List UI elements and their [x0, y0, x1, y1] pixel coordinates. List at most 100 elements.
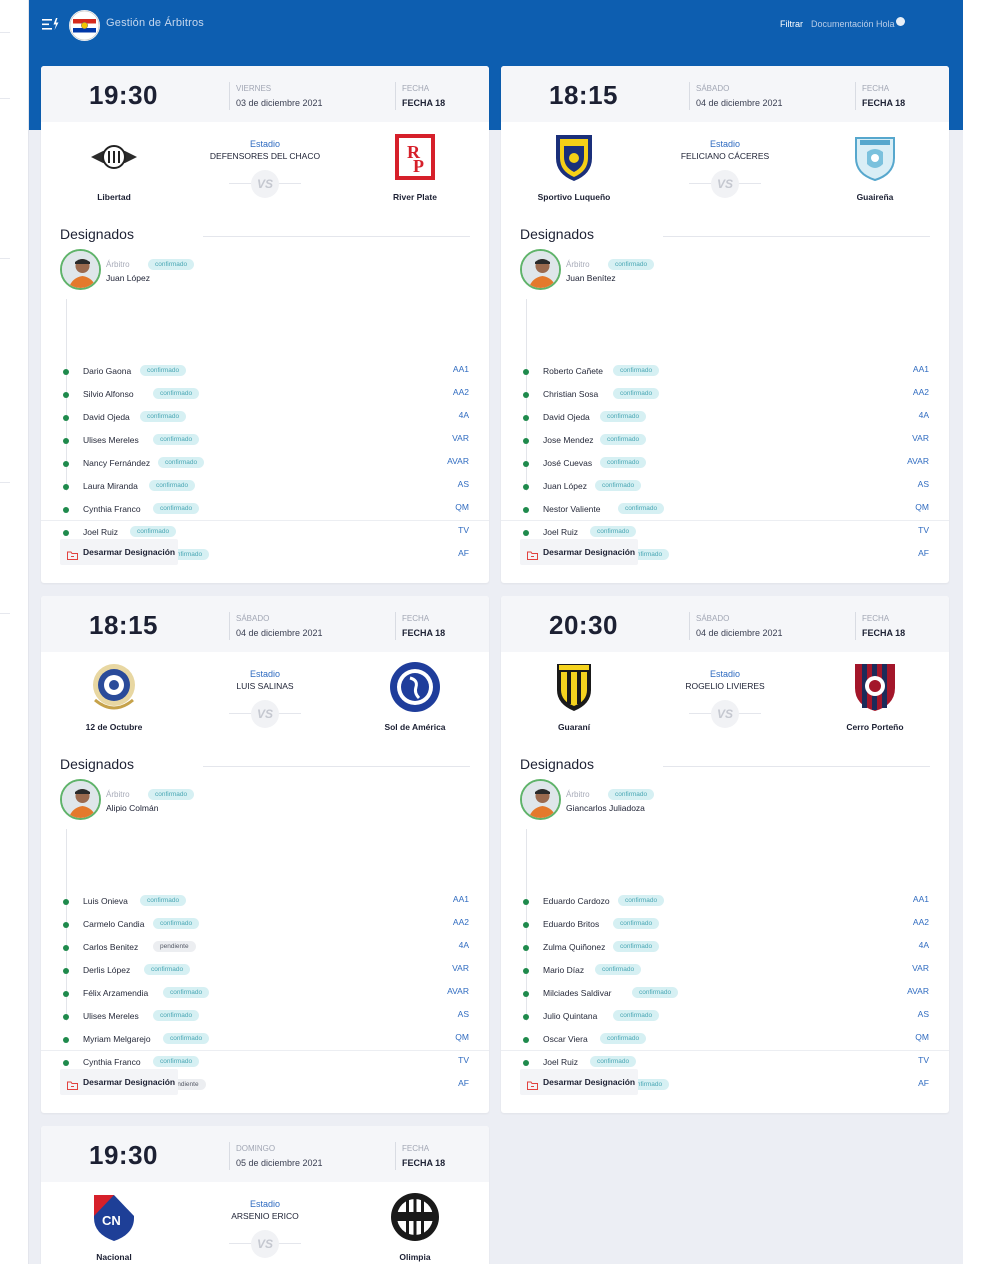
match-card: 20:30 SÁBADO 04 de diciembre 2021 FECHA FECH…	[501, 596, 949, 1113]
assistant-name: Luis Onieva	[83, 896, 128, 906]
match-time: 19:30	[89, 1140, 158, 1170]
assistant-role: AA2	[452, 917, 469, 927]
away-team[interactable]: R P River Plate	[360, 130, 470, 202]
olimpia-crest-icon	[388, 1190, 442, 1244]
status-dot-icon	[63, 507, 69, 513]
away-team-name: Sol de América	[384, 722, 446, 732]
home-team[interactable]: 12 de Octubre	[59, 660, 169, 732]
match-time: 18:15	[549, 80, 618, 110]
referee-name: Juan López	[106, 273, 150, 283]
assistant-role: TV	[918, 525, 929, 535]
assistant-name: David Ojeda	[83, 412, 130, 422]
assistant-row: Laura Miranda confirmado AS	[63, 479, 469, 494]
round-value: FECHA 18	[402, 98, 446, 108]
match-time: 20:30	[549, 610, 618, 640]
assistant-name: David Ojeda	[543, 412, 590, 422]
assistant-role: QM	[455, 502, 469, 512]
home-team[interactable]: Libertad	[59, 130, 169, 202]
status-dot-icon	[523, 438, 529, 444]
header-divider	[229, 612, 230, 640]
away-team[interactable]: Cerro Porteño	[820, 660, 930, 732]
vs-badge: VS	[251, 1230, 279, 1258]
match-day: SÁBADO	[236, 614, 270, 623]
referee-avatar	[60, 779, 101, 820]
header-divider	[229, 82, 230, 110]
stadium-label: Estadio	[709, 139, 741, 149]
round-label: FECHA	[402, 84, 430, 93]
round-value: FECHA 18	[862, 628, 906, 638]
folder-remove-icon	[67, 1077, 78, 1090]
status-dot-icon	[523, 1014, 529, 1020]
user-avatar-icon[interactable]	[896, 17, 905, 26]
referee-name: Alipio Colmán	[106, 803, 159, 813]
status-dot-icon	[63, 530, 69, 536]
round-label: FECHA	[402, 614, 430, 623]
status-dot-icon	[63, 461, 69, 467]
status-dot-icon	[523, 945, 529, 951]
assistant-role: AVAR	[907, 456, 929, 466]
away-team[interactable]: Olimpia	[360, 1190, 470, 1262]
footer-divider	[41, 520, 489, 521]
home-team[interactable]: Sportivo Luqueño	[519, 130, 629, 202]
user-greeting[interactable]: Hola	[876, 19, 895, 29]
match-header: 18:15 SÁBADO 04 de diciembre 2021 FECHA FECH…	[41, 596, 489, 652]
assistant-name: Nestor Valiente	[543, 504, 601, 514]
assistant-row: Eduardo Britos confirmado AA2	[523, 917, 929, 932]
assistant-role: VAR	[912, 963, 929, 973]
assistant-name: Roberto Cañete	[543, 366, 604, 376]
status-badge: confirmado	[148, 259, 195, 270]
assistant-row: Félix Arzamendia confirmado AVAR	[63, 986, 469, 1001]
assistant-name: Zulma Quiñonez	[543, 942, 606, 952]
status-dot-icon	[523, 484, 529, 490]
assistant-row: Oscar Viera confirmado QM	[523, 1032, 929, 1047]
round-value: FECHA 18	[402, 628, 446, 638]
away-team-name: Cerro Porteño	[846, 722, 904, 732]
rail-divider	[0, 482, 10, 483]
status-badge: confirmado	[153, 1010, 200, 1021]
status-badge: confirmado	[595, 964, 642, 975]
assistant-role: 4A	[918, 940, 929, 950]
status-badge: confirmado	[153, 1056, 200, 1067]
undo-designation-button[interactable]: Desarmar Designación	[60, 1069, 178, 1095]
assistant-name: Félix Arzamendia	[83, 988, 149, 998]
match-date: 04 de diciembre 2021	[696, 628, 783, 638]
home-team-name: Sportivo Luqueño	[537, 192, 611, 202]
status-dot-icon	[523, 392, 529, 398]
home-team[interactable]: CN Nacional	[59, 1190, 169, 1262]
status-dot-icon	[523, 461, 529, 467]
match-date: 04 de diciembre 2021	[236, 628, 323, 638]
assistant-role: VAR	[452, 963, 469, 973]
status-badge: confirmado	[590, 1056, 637, 1067]
away-team[interactable]: Guaireña	[820, 130, 930, 202]
status-dot-icon	[523, 530, 529, 536]
documentation-link[interactable]: Documentación	[811, 19, 874, 29]
undo-designation-button[interactable]: Desarmar Designación	[60, 539, 178, 565]
home-team[interactable]: Guaraní	[519, 660, 629, 732]
rail-divider	[0, 98, 10, 99]
undo-designation-label: Desarmar Designación	[543, 1077, 636, 1087]
status-badge: confirmado	[608, 789, 655, 800]
match-day: SÁBADO	[696, 84, 730, 93]
status-badge: confirmado	[590, 526, 637, 537]
assistant-row: Nancy Fernández confirmado AVAR	[63, 456, 469, 471]
status-badge: confirmado	[600, 411, 647, 422]
status-dot-icon	[523, 369, 529, 375]
status-badge: confirmado	[163, 1033, 210, 1044]
filter-link[interactable]: Filtrar	[780, 19, 803, 29]
stadium-name: FELICIANO CÁCERES	[680, 151, 770, 161]
undo-designation-button[interactable]: Desarmar Designación	[520, 1069, 638, 1095]
menu-toggle-icon[interactable]	[41, 15, 61, 33]
status-dot-icon	[63, 1037, 69, 1043]
vs-badge: VS	[251, 700, 279, 728]
top-bar: Gestión de Árbitros Filtrar Documentació…	[29, 0, 963, 50]
round-label: FECHA	[402, 1144, 430, 1153]
undo-designation-button[interactable]: Desarmar Designación	[520, 539, 638, 565]
assistant-role: AF	[918, 548, 929, 558]
status-badge: confirmado	[632, 987, 679, 998]
assistant-row: Eduardo Cardozo confirmado AA1	[523, 894, 929, 909]
assistant-row: Milciades Saldivar confirmado AVAR	[523, 986, 929, 1001]
assistant-name: Eduardo Britos	[543, 919, 600, 929]
status-badge: confirmado	[600, 434, 647, 445]
assistant-role: AS	[917, 1009, 929, 1019]
away-team[interactable]: Sol de América	[360, 660, 470, 732]
